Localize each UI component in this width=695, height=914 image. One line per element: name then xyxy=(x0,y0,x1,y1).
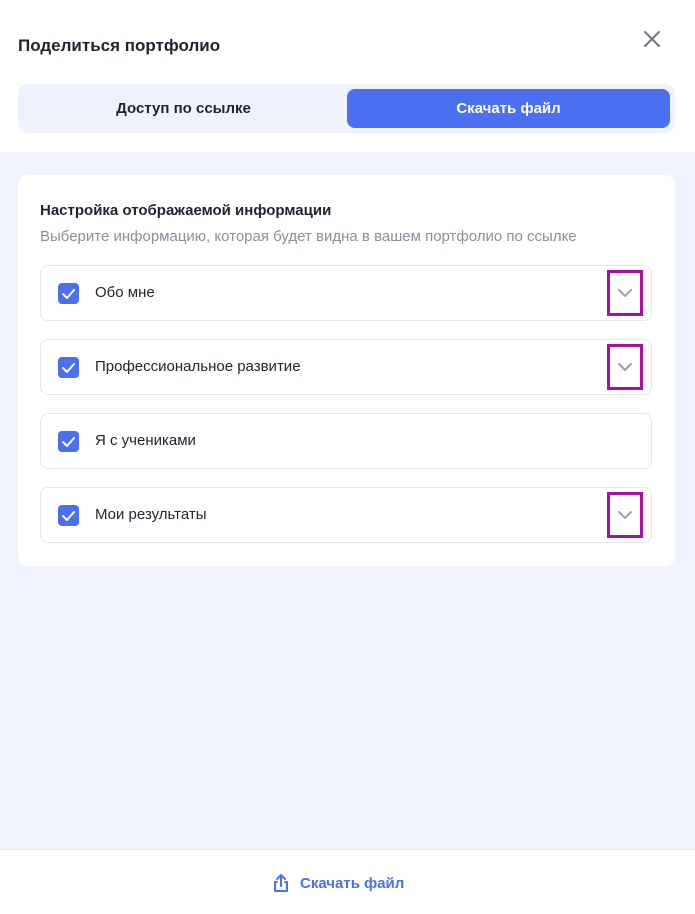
tab-link-access[interactable]: Доступ по ссылке xyxy=(22,89,345,128)
list-item-label: Обо мне xyxy=(95,284,155,301)
settings-card: Настройка отображаемой информации Выбери… xyxy=(18,175,675,566)
list-item-label: Я с учениками xyxy=(95,432,196,449)
check-icon xyxy=(62,288,75,299)
dialog-footer: Скачать файл xyxy=(0,849,695,914)
settings-title: Настройка отображаемой информации xyxy=(40,202,332,219)
check-icon xyxy=(62,436,75,447)
list-item-students: Я с учениками xyxy=(40,413,652,469)
checkbox-results[interactable] xyxy=(58,505,79,526)
settings-subtitle: Выберите информацию, которая будет видна… xyxy=(40,228,577,245)
list-item-professional: Профессиональное развитие xyxy=(40,339,652,395)
check-icon xyxy=(62,510,75,521)
tab-switcher: Доступ по ссылке Скачать файл xyxy=(18,84,675,133)
close-button[interactable] xyxy=(638,25,666,53)
chevron-down-icon xyxy=(618,511,632,519)
dialog-title: Поделиться портфолио xyxy=(18,36,221,55)
checkbox-students[interactable] xyxy=(58,431,79,452)
checkbox-about[interactable] xyxy=(58,283,79,304)
chevron-down-icon xyxy=(618,363,632,371)
check-icon xyxy=(62,362,75,373)
chevron-down-icon xyxy=(618,289,632,297)
dialog-header: Поделиться портфолио Доступ по ссылке Ск… xyxy=(0,0,695,152)
expand-button-about[interactable] xyxy=(607,270,643,316)
list-item-about: Обо мне xyxy=(40,265,652,321)
dialog-body: Настройка отображаемой информации Выбери… xyxy=(0,152,695,849)
tab-download-file[interactable]: Скачать файл xyxy=(347,89,670,128)
list-item-results: Мои результаты xyxy=(40,487,652,543)
share-upload-icon xyxy=(274,874,288,892)
expand-button-professional[interactable] xyxy=(607,344,643,390)
close-icon xyxy=(644,31,660,47)
expand-button-results[interactable] xyxy=(607,492,643,538)
download-file-button[interactable]: Скачать файл xyxy=(272,872,404,894)
list-item-label: Мои результаты xyxy=(95,506,207,523)
checkbox-professional[interactable] xyxy=(58,357,79,378)
download-file-label: Скачать файл xyxy=(300,874,405,892)
list-item-label: Профессиональное развитие xyxy=(95,358,301,375)
